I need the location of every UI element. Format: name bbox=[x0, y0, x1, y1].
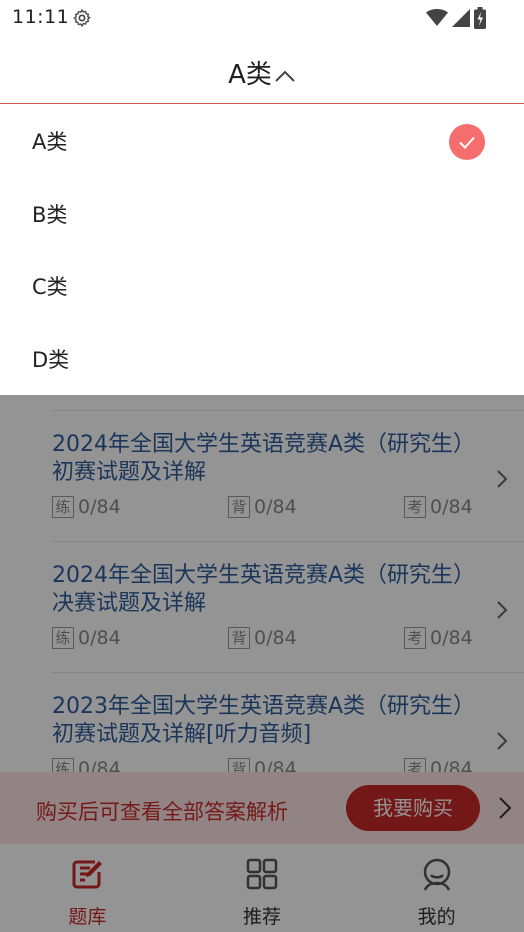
cell-signal-icon bbox=[452, 9, 470, 27]
wifi-icon bbox=[426, 9, 448, 26]
dim-overlay[interactable] bbox=[0, 395, 524, 932]
status-time: 11:11 bbox=[12, 6, 70, 28]
dropdown-item-label: A类 bbox=[32, 130, 68, 155]
dropdown-item-label: C类 bbox=[32, 275, 68, 300]
header-title: A类 bbox=[228, 60, 272, 90]
check-icon bbox=[449, 124, 485, 160]
status-bar: 11:11 bbox=[0, 0, 524, 36]
dropdown-item-label: D类 bbox=[32, 347, 70, 372]
dropdown-item-c[interactable]: C类 bbox=[0, 250, 524, 323]
status-icons bbox=[426, 7, 486, 29]
battery-icon bbox=[474, 7, 486, 29]
app-header: A类 bbox=[0, 36, 524, 104]
category-dropdown: A类 B类 C类 D类 bbox=[0, 105, 524, 395]
chevron-up-icon bbox=[275, 70, 295, 82]
dropdown-item-d[interactable]: D类 bbox=[0, 323, 524, 396]
dropdown-item-a[interactable]: A类 bbox=[0, 105, 524, 178]
dropdown-item-b[interactable]: B类 bbox=[0, 178, 524, 251]
dropdown-item-label: B类 bbox=[32, 202, 68, 227]
settings-gear-icon bbox=[73, 8, 91, 28]
category-switcher[interactable]: A类 bbox=[0, 54, 524, 91]
